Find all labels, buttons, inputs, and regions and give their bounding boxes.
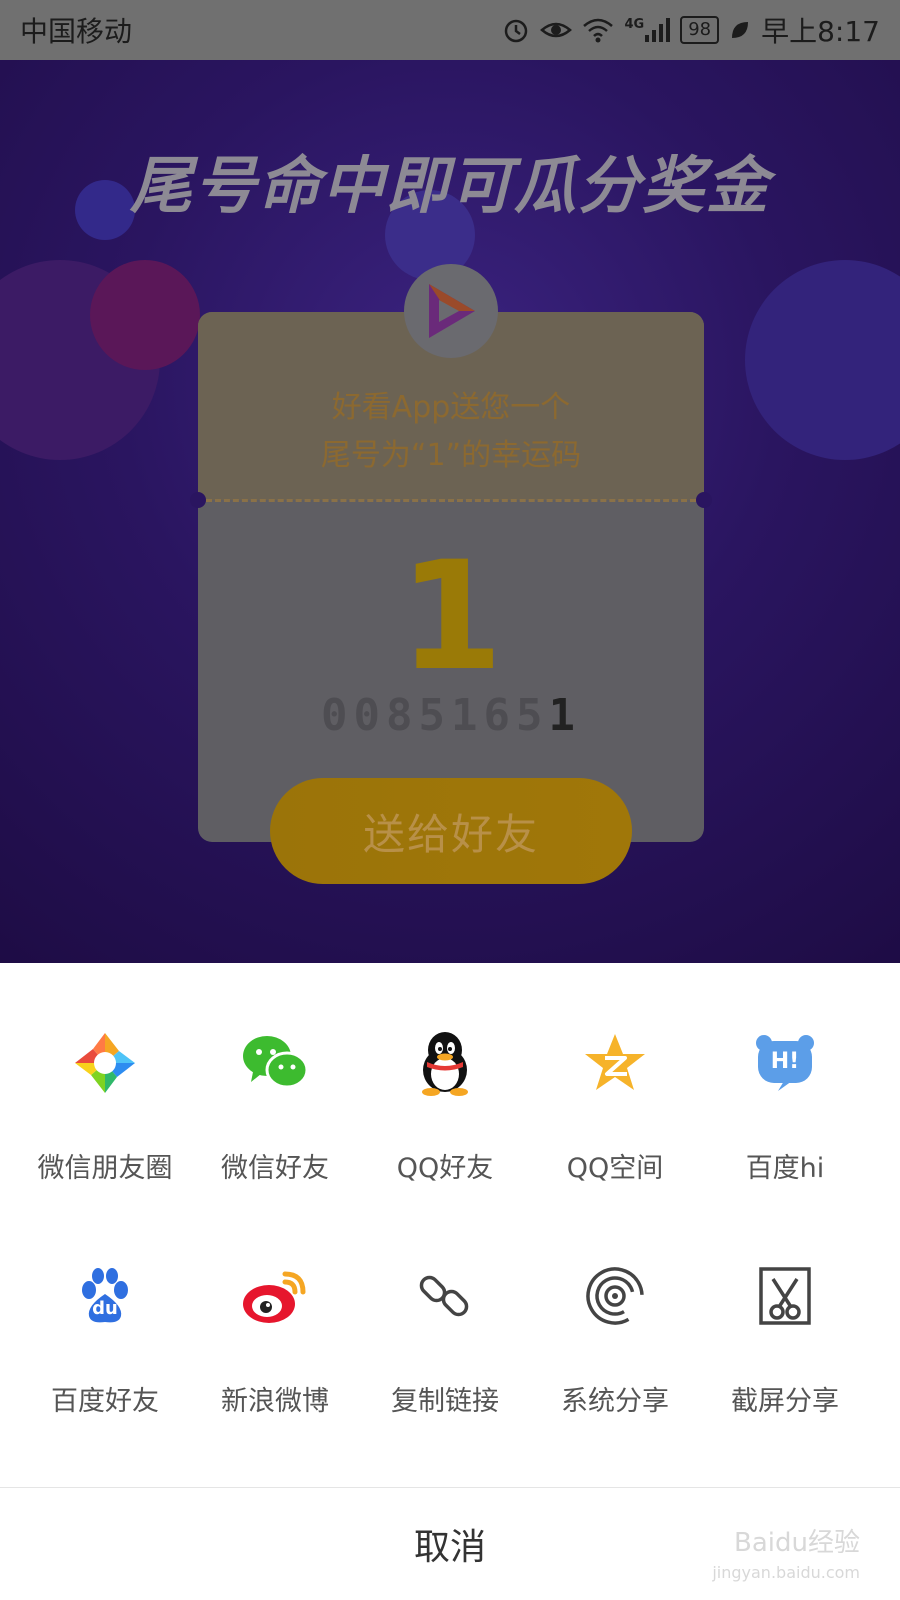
decor-bubble xyxy=(90,260,200,370)
decor-bubble xyxy=(745,260,900,460)
baidu-paw-icon: du xyxy=(70,1261,140,1331)
share-baidu-hi[interactable]: H! 百度hi xyxy=(700,1028,870,1185)
share-wechat-friend[interactable]: 微信好友 xyxy=(190,1028,360,1185)
baidu-hi-icon: H! xyxy=(750,1028,820,1098)
lucky-code-last-digit: 1 xyxy=(548,690,581,741)
share-sheet: 微信朋友圈 微信好友 QQ好友 QQ空间 H! 百度hi du 百度好友 新浪微… xyxy=(0,963,900,1600)
share-label: 百度hi xyxy=(745,1153,825,1184)
screenshot-scissors-icon xyxy=(750,1261,820,1331)
promo-title: 尾号命中即可瓜分奖金 xyxy=(129,149,770,222)
alarm-icon xyxy=(502,16,530,44)
share-label: 复制链接 xyxy=(391,1386,499,1417)
carrier-name: 中国移动 xyxy=(20,15,133,48)
signal-4g-icon: 4G xyxy=(624,17,671,43)
battery-indicator: 98 xyxy=(680,16,720,44)
leaf-icon xyxy=(729,19,751,41)
wechat-icon xyxy=(240,1028,310,1098)
card-notch xyxy=(190,492,206,508)
share-wechat-moments[interactable]: 微信朋友圈 xyxy=(20,1028,190,1185)
promo-background: 尾号命中即可瓜分奖金 好看App送您一个 尾号为“1”的幸运码 1 008516… xyxy=(0,60,900,963)
card-text-line2: 尾号为“1”的幸运码 xyxy=(320,438,582,473)
share-baidu-friend[interactable]: du 百度好友 xyxy=(20,1261,190,1418)
share-copy-link[interactable]: 复制链接 xyxy=(360,1261,530,1418)
share-label: 截屏分享 xyxy=(731,1386,839,1417)
share-label: QQ好友 xyxy=(396,1153,494,1184)
wechat-moments-icon xyxy=(70,1028,140,1098)
share-qzone[interactable]: QQ空间 xyxy=(530,1028,700,1185)
card-notch xyxy=(696,492,712,508)
share-system[interactable]: 系统分享 xyxy=(530,1261,700,1418)
lucky-code-card: 好看App送您一个 尾号为“1”的幸运码 1 00851651 xyxy=(190,264,712,842)
share-label: QQ空间 xyxy=(566,1153,664,1184)
baidu-hi-badge: H! xyxy=(770,1048,800,1074)
haokan-logo-icon xyxy=(404,264,498,358)
lucky-code: 00851651 xyxy=(198,690,704,741)
clock-time: 早上8:17 xyxy=(761,15,880,48)
share-label: 微信朋友圈 xyxy=(37,1153,173,1184)
share-sina-weibo[interactable]: 新浪微博 xyxy=(190,1261,360,1418)
qzone-icon xyxy=(580,1028,650,1098)
system-share-icon xyxy=(580,1261,650,1331)
watermark-brand: Baidu经验 xyxy=(734,1528,860,1558)
lucky-digit: 1 xyxy=(398,530,504,704)
share-label: 微信好友 xyxy=(221,1153,329,1184)
status-icons: 4G 98 早上8:17 xyxy=(502,10,880,50)
weibo-icon xyxy=(240,1261,310,1331)
card-divider xyxy=(206,499,696,502)
share-qq-friend[interactable]: QQ好友 xyxy=(360,1028,530,1185)
watermark-url: jingyan.baidu.com xyxy=(712,1563,860,1582)
status-bar: 中国移动 4G 98 早上8:17 xyxy=(0,0,900,60)
share-label: 系统分享 xyxy=(561,1386,669,1417)
baidu-paw-text: du xyxy=(92,1297,118,1319)
lucky-code-prefix: 0085165 xyxy=(321,690,549,741)
eye-icon xyxy=(540,18,573,42)
share-label: 新浪微博 xyxy=(221,1386,329,1417)
send-to-friend-button[interactable]: 送给好友 xyxy=(270,778,632,884)
baidu-jingyan-watermark: Baidu经验 jingyan.baidu.com xyxy=(712,1528,860,1588)
card-text-line1: 好看App送您一个 xyxy=(331,390,571,425)
wifi-icon xyxy=(582,17,614,43)
network-type: 4G xyxy=(624,17,645,32)
qq-icon xyxy=(410,1028,480,1098)
share-screenshot[interactable]: 截屏分享 xyxy=(700,1261,870,1418)
link-icon xyxy=(410,1261,480,1331)
share-label: 百度好友 xyxy=(51,1386,159,1417)
